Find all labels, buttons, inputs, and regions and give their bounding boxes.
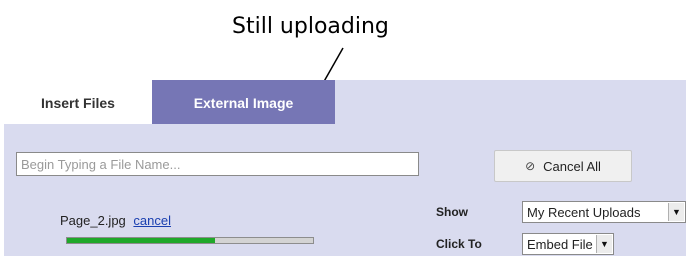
tab-bar: Insert Files External Image (4, 80, 686, 124)
click-to-select-value: Embed File (527, 236, 593, 252)
dropdown-arrow-icon: ▼ (596, 235, 612, 253)
upload-cancel-link[interactable]: cancel (133, 213, 171, 228)
upload-progress-fill (67, 238, 215, 243)
cancel-all-label: Cancel All (543, 158, 601, 174)
tab-insert-files[interactable]: Insert Files (4, 80, 152, 124)
tab-external-image[interactable]: External Image (152, 80, 335, 124)
upload-item: Page_2.jpg cancel (60, 213, 171, 228)
click-to-label: Click To (436, 237, 482, 251)
dropdown-arrow-icon: ▼ (668, 203, 684, 221)
cancel-all-button[interactable]: ⊘ Cancel All (494, 150, 632, 182)
show-label: Show (436, 205, 468, 219)
options-panel: Show My Recent Uploads ▼ Click To Embed … (434, 195, 686, 256)
show-select-value: My Recent Uploads (527, 204, 641, 220)
show-select[interactable]: My Recent Uploads ▼ (522, 201, 686, 223)
upload-filename: Page_2.jpg (60, 213, 126, 228)
file-search-input[interactable] (16, 152, 419, 176)
click-to-select[interactable]: Embed File ▼ (522, 233, 614, 255)
insert-panel: Insert Files External Image ⊘ Cancel All… (4, 80, 686, 256)
upload-list: Page_2.jpg cancel (4, 195, 424, 256)
annotation-label: Still uploading (232, 14, 389, 39)
cancel-circle-icon: ⊘ (525, 159, 536, 173)
upload-progress-bar (66, 237, 314, 244)
